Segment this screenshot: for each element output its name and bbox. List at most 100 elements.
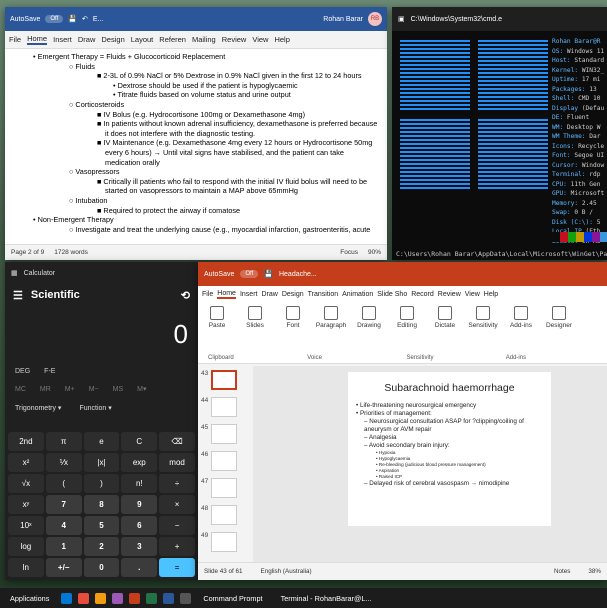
tab-insert[interactable]: Insert — [53, 35, 72, 44]
tab-file[interactable]: File — [202, 291, 213, 298]
key-button[interactable]: 7 — [45, 495, 82, 514]
tab-review[interactable]: Review — [438, 291, 461, 298]
key-button[interactable]: xʸ — [8, 495, 44, 514]
slide-thumbnail[interactable]: 47 — [201, 478, 250, 501]
key-button[interactable]: 0 — [83, 558, 120, 577]
taskbar-app-icon[interactable] — [163, 592, 175, 604]
tab-record[interactable]: Record — [411, 291, 434, 298]
taskbar-cmd[interactable]: Command Prompt — [197, 594, 268, 603]
tab-design[interactable]: Design — [101, 35, 124, 44]
key-button[interactable]: ÷ — [159, 474, 195, 493]
key-button[interactable]: ⌫ — [159, 432, 195, 451]
save-icon[interactable]: 💾 — [264, 270, 273, 278]
powerpoint-window[interactable]: AutoSave Off 💾 Headache... File Home Inser… — [198, 262, 607, 580]
tab-view[interactable]: View — [465, 291, 480, 298]
current-slide[interactable]: Subarachnoid haemorrhage Life-threatenin… — [348, 372, 551, 526]
tab-transition[interactable]: Transition — [308, 291, 338, 298]
key-button[interactable]: ⅟x — [45, 453, 82, 472]
notes-button[interactable]: Notes — [554, 568, 570, 575]
tab-help[interactable]: Help — [484, 291, 498, 298]
autosave-toggle[interactable]: Off — [240, 270, 259, 278]
tab-mailing[interactable]: Mailing — [192, 35, 216, 44]
history-icon[interactable]: ⟲ — [181, 289, 190, 302]
key-button[interactable]: − — [159, 516, 195, 535]
calculator-window[interactable]: ▦ Calculator ☰ Scientific ⟲ 0 DEG F-E MC… — [5, 262, 198, 580]
taskbar-app-icon[interactable] — [61, 592, 73, 604]
ribbon-drawing[interactable]: Drawing — [354, 306, 384, 329]
memory-button[interactable]: MS — [113, 386, 124, 393]
memory-button[interactable]: M− — [89, 386, 99, 393]
key-button[interactable]: 2 — [83, 537, 120, 556]
key-button[interactable]: ) — [83, 474, 120, 493]
key-button[interactable]: √x — [8, 474, 44, 493]
applications-menu[interactable]: Applications — [4, 594, 55, 603]
taskbar-app-icon[interactable] — [95, 592, 107, 604]
key-button[interactable]: 8 — [83, 495, 120, 514]
key-button[interactable]: ln — [8, 558, 44, 577]
tab-help[interactable]: Help — [274, 35, 289, 44]
tab-draw[interactable]: Draw — [78, 35, 96, 44]
undo-icon[interactable]: ↶ — [82, 15, 88, 23]
key-button[interactable]: 4 — [45, 516, 82, 535]
document-body[interactable]: • Emergent Therapy = Fluids + Glucocorti… — [5, 49, 387, 243]
memory-button[interactable]: M▾ — [137, 385, 146, 393]
zoom-level[interactable]: 38% — [588, 568, 601, 575]
slide-thumbnail[interactable]: 49 — [201, 532, 250, 555]
ribbon-font[interactable]: Font — [278, 306, 308, 329]
key-button[interactable]: 2nd — [8, 432, 44, 451]
key-button[interactable]: e — [83, 432, 120, 451]
ribbon-editing[interactable]: Editing — [392, 306, 422, 329]
memory-button[interactable]: MR — [40, 386, 51, 393]
avatar[interactable]: RB — [368, 12, 382, 26]
taskbar-app-icon[interactable] — [112, 592, 124, 604]
save-icon[interactable]: 💾 — [68, 15, 77, 23]
tab-review[interactable]: Review — [222, 35, 247, 44]
key-button[interactable]: 5 — [83, 516, 120, 535]
slide-thumbnail[interactable]: 44 — [201, 397, 250, 420]
key-button[interactable]: C — [121, 432, 158, 451]
tab-slide-sho[interactable]: Slide Sho — [377, 291, 407, 298]
slide-thumbnail[interactable]: 45 — [201, 424, 250, 447]
tab-insert[interactable]: Insert — [240, 291, 258, 298]
taskbar-terminal[interactable]: Terminal - RohanBarar@L... — [275, 594, 378, 603]
tab-home[interactable]: Home — [217, 290, 236, 299]
function-dropdown[interactable]: Function ▾ — [79, 404, 111, 412]
key-button[interactable]: ( — [45, 474, 82, 493]
key-button[interactable]: 10ˣ — [8, 516, 44, 535]
key-button[interactable]: . — [121, 558, 158, 577]
key-button[interactable]: 9 — [121, 495, 158, 514]
slide-thumbnail[interactable]: 43 — [201, 370, 250, 393]
menu-icon[interactable]: ☰ — [13, 289, 23, 302]
focus-button[interactable]: Focus — [340, 249, 358, 256]
cmd-window[interactable]: ▣ C:\Windows\System32\cmd.e Rohan Barar@… — [392, 7, 607, 260]
ribbon-paste[interactable]: Paste — [202, 306, 232, 329]
key-button[interactable]: + — [159, 537, 195, 556]
deg-button[interactable]: DEG — [15, 368, 30, 375]
key-button[interactable]: × — [159, 495, 195, 514]
memory-button[interactable]: M+ — [65, 386, 75, 393]
autosave-toggle[interactable]: Off — [45, 15, 64, 23]
ribbon-dictate[interactable]: Dictate — [430, 306, 460, 329]
key-button[interactable]: π — [45, 432, 82, 451]
slide-thumbnail[interactable]: 48 — [201, 505, 250, 528]
function-dropdown[interactable]: Trigonometry ▾ — [15, 404, 61, 412]
key-button[interactable]: exp — [121, 453, 158, 472]
memory-button[interactable]: MC — [15, 386, 26, 393]
tab-view[interactable]: View — [252, 35, 268, 44]
taskbar-app-icon[interactable] — [180, 592, 192, 604]
cmd-prompt[interactable]: C:\Users\Rohan Barar\AppData\Local\Micro… — [396, 250, 607, 258]
key-button[interactable]: 1 — [45, 537, 82, 556]
tab-file[interactable]: File — [9, 35, 21, 44]
fe-button[interactable]: F-E — [44, 368, 55, 375]
slide-thumbnail[interactable]: 46 — [201, 451, 250, 474]
tab-design[interactable]: Design — [282, 291, 304, 298]
ribbon-add-ins[interactable]: Add-ins — [506, 306, 536, 329]
key-button[interactable]: n! — [121, 474, 158, 493]
key-button[interactable]: = — [159, 558, 195, 577]
ribbon-paragraph[interactable]: Paragraph — [316, 306, 346, 329]
zoom-level[interactable]: 90% — [368, 249, 381, 256]
tab-animation[interactable]: Animation — [342, 291, 373, 298]
ribbon-sensitivity[interactable]: Sensitivity — [468, 306, 498, 329]
key-button[interactable]: 6 — [121, 516, 158, 535]
ribbon-slides[interactable]: Slides — [240, 306, 270, 329]
